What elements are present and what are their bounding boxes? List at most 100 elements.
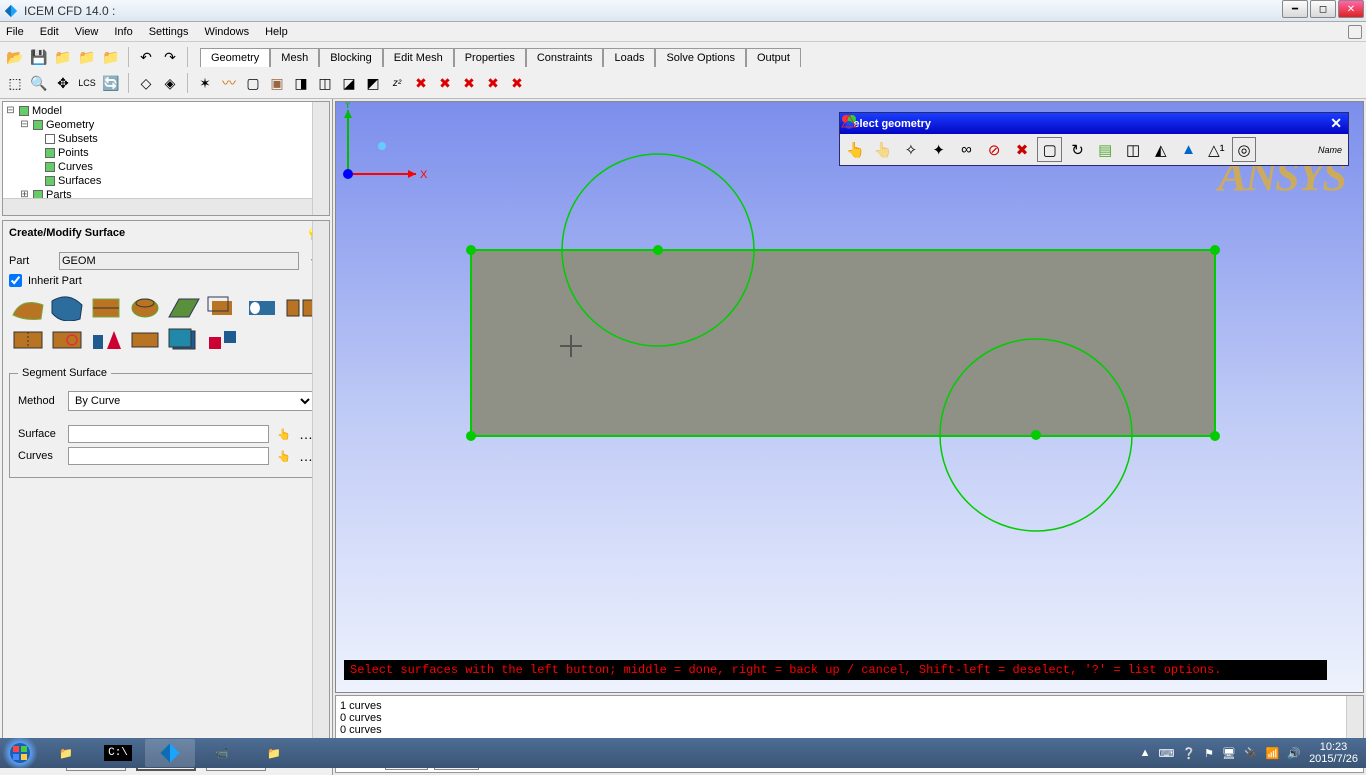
tree-root[interactable]: Model: [32, 105, 62, 117]
maximize-button[interactable]: ◻: [1310, 0, 1336, 18]
check-icon[interactable]: [45, 162, 55, 172]
sweep-icon[interactable]: [87, 293, 124, 323]
tray-volume-icon[interactable]: 🔊: [1287, 747, 1301, 760]
open-geom-icon[interactable]: 📁: [52, 46, 74, 68]
tray-help-icon[interactable]: ❔: [1182, 747, 1196, 760]
task-cmd[interactable]: C:\: [93, 739, 143, 767]
fit-icon[interactable]: ⬚: [4, 72, 26, 94]
pan-icon[interactable]: ✥: [52, 72, 74, 94]
check-icon[interactable]: [19, 106, 29, 116]
select-surface-icon[interactable]: 👆: [275, 425, 293, 443]
inherit-part-checkbox[interactable]: [9, 274, 22, 287]
check-icon[interactable]: [33, 120, 43, 130]
tree-surfaces[interactable]: Surfaces: [58, 175, 101, 187]
open-mesh-icon[interactable]: 📁: [76, 46, 98, 68]
open-icon[interactable]: 📂: [4, 46, 26, 68]
delete-curve-icon[interactable]: ✖: [482, 72, 504, 94]
tab-properties[interactable]: Properties: [454, 48, 526, 67]
select-curves-icon[interactable]: 👆: [275, 447, 293, 465]
restore-child-icon[interactable]: [1348, 25, 1362, 39]
wire-icon[interactable]: ◇: [135, 72, 157, 94]
tree-geometry[interactable]: Geometry: [46, 119, 94, 131]
task-folder2[interactable]: 📁: [249, 739, 299, 767]
undo-icon[interactable]: ↶: [135, 46, 157, 68]
tab-solveoptions[interactable]: Solve Options: [655, 48, 745, 67]
start-button[interactable]: [0, 738, 40, 768]
surface-tool-icon[interactable]: ▢: [242, 72, 264, 94]
extend-tool-icon[interactable]: ◩: [362, 72, 384, 94]
model-tree[interactable]: ⊟Model ⊟Geometry Subsets Points Curves S…: [2, 101, 330, 216]
tray-display-icon[interactable]: 🖥: [1222, 747, 1236, 760]
curve-driven-icon[interactable]: [48, 293, 85, 323]
faceted-icon[interactable]: [126, 325, 163, 355]
point-tool-icon[interactable]: ✶: [194, 72, 216, 94]
curves-input[interactable]: [68, 447, 269, 465]
tab-geometry[interactable]: Geometry: [200, 48, 270, 67]
task-explorer[interactable]: 📁: [41, 739, 91, 767]
trim-tool-icon[interactable]: ◪: [338, 72, 360, 94]
zoom-icon[interactable]: 🔍: [28, 72, 50, 94]
part-input[interactable]: [59, 252, 299, 270]
body-tool-icon[interactable]: ▣: [266, 72, 288, 94]
tray-flag-icon[interactable]: ⚑: [1204, 747, 1214, 760]
tab-loads[interactable]: Loads: [603, 48, 655, 67]
tray-keyboard-icon[interactable]: ⌨: [1159, 747, 1175, 760]
geom-tools-icon[interactable]: [204, 325, 241, 355]
delete-hidden-icon[interactable]: ✖: [434, 72, 456, 94]
untrim-icon[interactable]: [48, 325, 85, 355]
loft-icon[interactable]: [165, 293, 202, 323]
open-block-icon[interactable]: 📁: [100, 46, 122, 68]
delete-duplicate-icon[interactable]: ✖: [410, 72, 432, 94]
box-tool-icon[interactable]: ◨: [290, 72, 312, 94]
menu-info[interactable]: Info: [114, 26, 132, 38]
menu-help[interactable]: Help: [265, 26, 288, 38]
delete-point-icon[interactable]: ✖: [458, 72, 480, 94]
curtain-icon[interactable]: [165, 325, 202, 355]
std-shapes-icon[interactable]: [87, 325, 124, 355]
redo-icon[interactable]: ↷: [159, 46, 181, 68]
solid-icon[interactable]: ◈: [159, 72, 181, 94]
tray-show-hidden-icon[interactable]: ▲: [1140, 747, 1151, 759]
menu-view[interactable]: View: [75, 26, 99, 38]
tree-subsets[interactable]: Subsets: [58, 133, 98, 145]
delete-any-icon[interactable]: ✖: [506, 72, 528, 94]
tab-output[interactable]: Output: [746, 48, 801, 67]
clock[interactable]: 10:23 2015/7/26: [1309, 741, 1358, 765]
close-button[interactable]: ✕: [1338, 0, 1364, 18]
tray-power-icon[interactable]: 🔌: [1244, 747, 1258, 760]
task-icem[interactable]: [145, 739, 195, 767]
curve-tool-icon[interactable]: 〰: [218, 72, 240, 94]
menu-file[interactable]: File: [6, 26, 24, 38]
scrollbar-v[interactable]: [312, 102, 329, 215]
cut-tool-icon[interactable]: ◫: [314, 72, 336, 94]
select-geometry-toolbar[interactable]: Select geometry ✕ 👆 👆 ✧ ✦ ∞ ⊘ ✖ ▢ ↻ ▤ ◫ …: [839, 112, 1349, 166]
tab-constraints[interactable]: Constraints: [526, 48, 604, 67]
offset-icon[interactable]: [204, 293, 241, 323]
scrollbar-h[interactable]: [3, 198, 312, 215]
save-icon[interactable]: 💾: [28, 46, 50, 68]
method-select[interactable]: By Curve: [68, 391, 314, 411]
surface-input[interactable]: [68, 425, 269, 443]
tab-blocking[interactable]: Blocking: [319, 48, 383, 67]
tree-points[interactable]: Points: [58, 147, 89, 159]
by-axis-icon[interactable]: [1287, 137, 1312, 162]
check-icon[interactable]: [45, 148, 55, 158]
minimize-button[interactable]: ━: [1282, 0, 1308, 18]
tab-mesh[interactable]: Mesh: [270, 48, 319, 67]
merge-icon[interactable]: [9, 325, 46, 355]
menu-settings[interactable]: Settings: [149, 26, 189, 38]
midsurface-icon[interactable]: [243, 293, 280, 323]
transform-tool-icon[interactable]: z²: [386, 72, 408, 94]
simple-surface-icon[interactable]: [9, 293, 46, 323]
tab-editmesh[interactable]: Edit Mesh: [383, 48, 454, 67]
tray-network-icon[interactable]: 📶: [1266, 747, 1280, 760]
menu-windows[interactable]: Windows: [204, 26, 249, 38]
menu-edit[interactable]: Edit: [40, 26, 59, 38]
refresh-icon[interactable]: 🔄: [100, 72, 122, 94]
lcs-icon[interactable]: LCS: [76, 72, 98, 94]
task-camera[interactable]: 📹: [197, 739, 247, 767]
tree-curves[interactable]: Curves: [58, 161, 93, 173]
viewport[interactable]: ANSYS: [335, 101, 1364, 693]
check-icon[interactable]: [45, 134, 55, 144]
check-icon[interactable]: [45, 176, 55, 186]
